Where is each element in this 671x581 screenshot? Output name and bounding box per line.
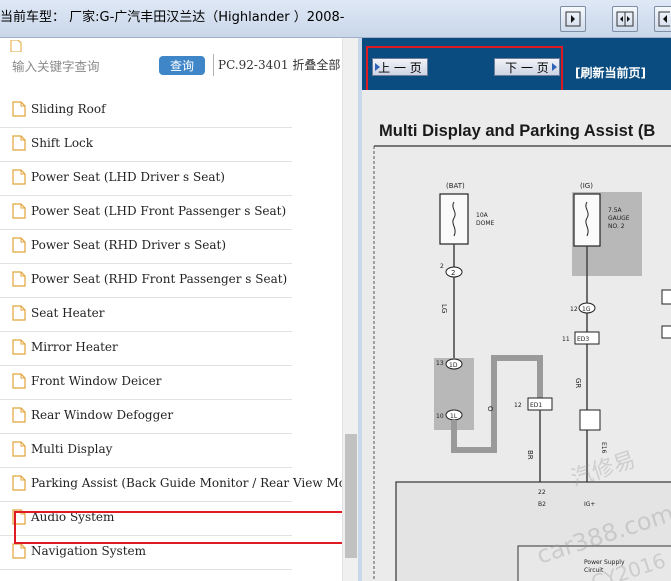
tree-item[interactable]: Sliding Roof (0, 94, 342, 128)
svg-text:O: O (486, 406, 494, 412)
tree-item[interactable]: Rear Window Defogger (0, 400, 342, 434)
svg-text:E16: E16 (600, 442, 607, 454)
tree-item-label: Power Seat (RHD Driver s Seat) (31, 238, 227, 252)
tree-item-label: Sliding Roof (31, 102, 106, 116)
tree-item[interactable]: Power Seat (LHD Driver s Seat) (0, 162, 342, 196)
svg-text:IG+: IG+ (584, 501, 595, 508)
svg-text:7.5A: 7.5A (608, 207, 623, 214)
tree-item[interactable]: Navigation System (0, 536, 342, 570)
refresh-page-link[interactable]: [刷新当前页] (575, 64, 646, 81)
next-page-button[interactable]: 下 一 页 (494, 58, 560, 76)
collapse-all-link[interactable]: PC.92-3401 折叠全部 (218, 56, 340, 73)
expand-panel-button[interactable] (560, 6, 586, 32)
next-page-label: 下 一 页 (505, 60, 549, 75)
svg-text:DOME: DOME (476, 220, 495, 227)
svg-text:13: 13 (436, 360, 444, 367)
tree-item-label: Shift Lock (31, 136, 94, 150)
svg-text:1G: 1G (582, 306, 591, 313)
svg-text:LG: LG (440, 304, 448, 313)
wiring-diagram-graphic: (BAT) 10A DOME (IG) 7.5A GAUGE NO. 2 2 2… (373, 145, 671, 581)
search-row: 查询 PC.92-3401 折叠全部 (0, 38, 358, 94)
tree-item-label: Parking Assist (Back Guide Monitor / Rea… (31, 476, 376, 490)
document-icon (12, 237, 26, 253)
tree-item-label: Power Seat (LHD Front Passenger s Seat) (31, 204, 287, 218)
tree-item-label: Front Window Deicer (31, 374, 162, 388)
document-icon (12, 305, 26, 321)
tree-item-label: Audio System (31, 510, 115, 524)
svg-text:GR: GR (574, 378, 582, 388)
tree-item-label: Mirror Heater (31, 340, 118, 354)
svg-text:ED1: ED1 (530, 402, 542, 409)
tree-item[interactable]: Audio System (0, 502, 342, 536)
tree-scrollbar[interactable] (342, 38, 358, 581)
wiring-diagram: Multi Display and Parking Assist (B (BAT… (362, 90, 671, 581)
svg-text:1L: 1L (450, 413, 458, 420)
tree-item-label: Power Seat (LHD Driver s Seat) (31, 170, 225, 184)
svg-text:1D: 1D (449, 362, 458, 369)
search-button[interactable]: 查询 (159, 56, 205, 75)
document-icon (12, 169, 26, 185)
document-icon (12, 407, 26, 423)
tree-item[interactable]: Power Seat (RHD Driver s Seat) (0, 230, 342, 264)
svg-text:10: 10 (436, 413, 444, 420)
tree-item[interactable]: Parking Assist (Back Guide Monitor / Rea… (0, 468, 375, 502)
tree-item[interactable]: Mirror Heater (0, 332, 342, 366)
tree-item-label: Navigation System (31, 544, 146, 558)
top-header: 当前车型： 厂家:G-广汽丰田汉兰达（Highlander ）2008- (0, 0, 671, 38)
tree-item-label: Multi Display (31, 442, 113, 456)
svg-text:ED3: ED3 (577, 336, 589, 343)
scrollbar-thumb[interactable] (345, 434, 357, 558)
svg-text:10A: 10A (476, 212, 489, 219)
split-icon (616, 11, 634, 27)
document-icon (12, 101, 26, 117)
document-icon (12, 509, 26, 525)
search-divider (213, 54, 214, 76)
tree-item-label: Rear Window Defogger (31, 408, 174, 422)
svg-text:GAUGE: GAUGE (608, 215, 630, 222)
document-icon (12, 135, 26, 151)
tree-item-label: Power Seat (RHD Front Passenger s Seat) (31, 272, 288, 286)
svg-text:12: 12 (514, 402, 522, 409)
vehicle-model-title: 当前车型： 厂家:G-广汽丰田汉兰达（Highlander ）2008- (0, 10, 345, 25)
svg-text:22: 22 (538, 489, 546, 496)
tree-item[interactable]: Seat Heater (0, 298, 342, 332)
collapse-panel-button[interactable] (654, 6, 671, 32)
document-icon (10, 40, 22, 52)
arrow-right-icon (552, 63, 557, 71)
tree-item[interactable]: Multi Display (0, 434, 342, 468)
left-panel: 查询 PC.92-3401 折叠全部 Sliding Roof Shift Loc… (0, 38, 375, 581)
tree-item[interactable]: Power Seat (LHD Front Passenger s Seat) (0, 196, 342, 230)
svg-text:NO. 2: NO. 2 (608, 223, 625, 230)
search-input[interactable] (12, 56, 152, 76)
collapse-icon (658, 11, 670, 27)
document-icon (12, 441, 26, 457)
tree-item[interactable]: Shift Lock (0, 128, 342, 162)
tree-item[interactable]: Front Window Deicer (0, 366, 342, 400)
previous-page-button[interactable]: 上 一 页 (372, 58, 428, 76)
svg-text:11: 11 (562, 336, 570, 343)
document-icon (12, 203, 26, 219)
svg-text:(IG): (IG) (580, 182, 593, 190)
viewer-panel: 上 一 页 下 一 页 [刷新当前页] Multi Display and Pa… (362, 38, 671, 581)
tree-separator (0, 569, 292, 570)
svg-text:BR: BR (526, 450, 534, 460)
split-view-button[interactable] (612, 6, 638, 32)
viewer-toolbar: 上 一 页 下 一 页 [刷新当前页] (362, 38, 671, 92)
document-tree: Sliding Roof Shift Lock Power Seat (LHD Dr… (0, 94, 375, 570)
tree-item-label: Seat Heater (31, 306, 105, 320)
svg-text:2: 2 (451, 269, 455, 277)
document-icon (12, 271, 26, 287)
expand-icon (565, 11, 581, 27)
svg-text:12: 12 (570, 306, 578, 313)
previous-page-label: 上 一 页 (378, 60, 422, 75)
document-icon (12, 339, 26, 355)
svg-text:B2: B2 (538, 501, 546, 508)
arrow-left-icon (375, 63, 380, 71)
svg-text:2: 2 (440, 263, 444, 270)
document-icon (12, 543, 26, 559)
document-icon (12, 373, 26, 389)
tree-item[interactable]: Power Seat (RHD Front Passenger s Seat) (0, 264, 342, 298)
document-icon (12, 475, 26, 491)
bat-label: (BAT) (446, 182, 465, 190)
